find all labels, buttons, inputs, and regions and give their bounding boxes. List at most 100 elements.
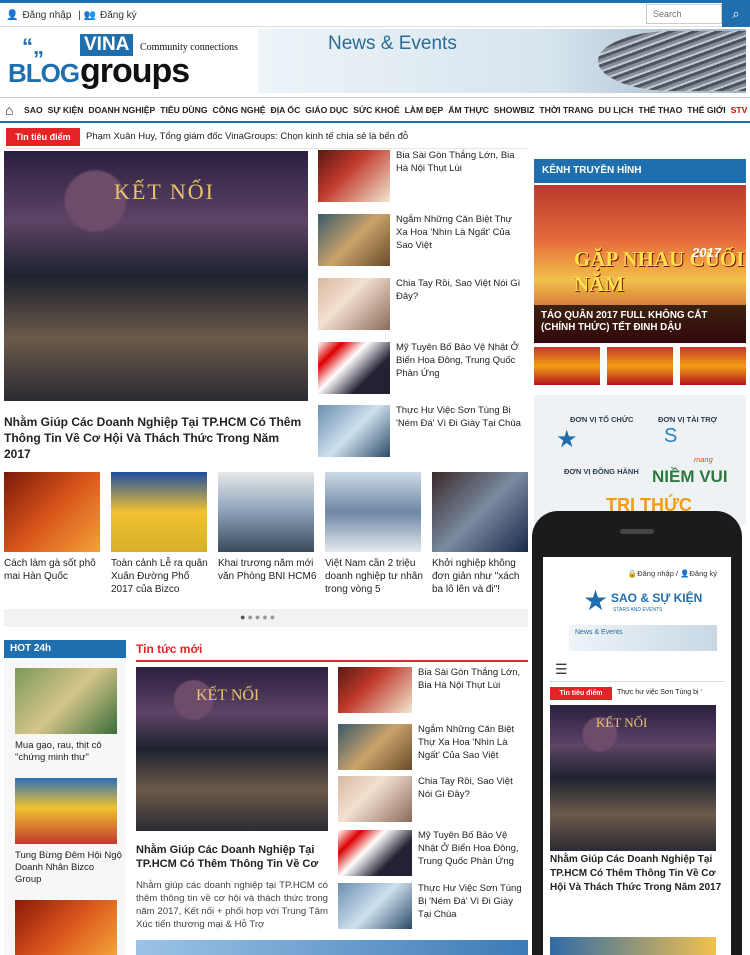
nav-item[interactable]: DOANH NGHIỆP	[88, 105, 155, 115]
hamburger-menu-icon[interactable]: ☰	[555, 661, 575, 678]
news-list-title[interactable]: Thực Hư Việc Sơn Tùng Bị 'Ném Đá' Vì Đi …	[418, 882, 528, 921]
tv-image-year: 2017	[692, 245, 721, 260]
register-link[interactable]: Đăng ký	[100, 10, 137, 21]
nav-item[interactable]: SỨC KHOẺ	[353, 105, 399, 115]
ticker-text[interactable]: Phạm Xuân Huy, Tổng giám đốc VinaGroups:…	[86, 131, 408, 142]
hot24-image[interactable]	[15, 778, 117, 844]
side-news-item[interactable]: Bia Sài Gòn Thắng Lớn, Bia Hà Nội Thụt L…	[318, 150, 528, 210]
nav-item[interactable]: ẨM THỰC	[448, 105, 489, 115]
hot24-image[interactable]	[15, 900, 117, 955]
news-list-thumb[interactable]	[338, 667, 412, 713]
side-news-item[interactable]: Ngắm Những Căn Biệt Thự Xa Hoa 'Nhìn Là …	[318, 214, 528, 274]
phone-photo[interactable]: KẾT NỐI	[550, 705, 716, 851]
feature-title[interactable]: Nhằm Giúp Các Doanh Nghiệp Tại TP.HCM Có…	[4, 414, 308, 462]
top-bar: 👤 Đăng nhập | 👥 Đăng ký	[0, 0, 750, 27]
side-news-item[interactable]: Thực Hư Việc Sơn Tùng Bị 'Ném Đá' Vì Đi …	[318, 405, 528, 465]
nav-item[interactable]: STV	[731, 105, 748, 115]
news-title[interactable]: Nhằm Giúp Các Doanh Nghiệp Tại TP.HCM Có…	[136, 843, 328, 871]
side-news-title[interactable]: Thực Hư Việc Sơn Tùng Bị 'Ném Đá' Vì Đi …	[396, 404, 526, 430]
sponsor-box[interactable]: ĐƠN VỊ TỔ CHỨC ĐƠN VỊ TÀI TRỢ ★ S ĐƠN VỊ…	[534, 395, 746, 525]
carousel-image[interactable]	[111, 472, 207, 552]
news-list-thumb[interactable]	[338, 724, 412, 770]
news-list-item[interactable]: Mỹ Tuyên Bố Bảo Vệ Nhật Ở Biển Hoa Đông,…	[338, 830, 528, 880]
logo-blog[interactable]: BLOG	[8, 58, 80, 89]
side-news-title[interactable]: Bia Sài Gòn Thắng Lớn, Bia Hà Nội Thụt L…	[396, 149, 526, 175]
news-list-item[interactable]: Thực Hư Việc Sơn Tùng Bị 'Ném Đá' Vì Đi …	[338, 883, 528, 933]
header-banner[interactable]: News & Events	[258, 29, 746, 93]
nav-item[interactable]: GIÁO DỤC	[305, 105, 348, 115]
news-list-title[interactable]: Ngắm Những Căn Biệt Thự Xa Hoa 'Nhìn Là …	[418, 723, 528, 762]
carousel-dots[interactable]: ●●●●●	[240, 612, 277, 622]
tv-thumb[interactable]	[534, 347, 600, 385]
nav-item[interactable]: CÔNG NGHỆ	[213, 105, 266, 115]
bottom-banner[interactable]	[136, 940, 528, 955]
news-photo[interactable]: KẾT NỐI	[136, 667, 328, 831]
home-icon[interactable]: ⌂	[5, 102, 13, 118]
nav-item[interactable]: SAO	[24, 105, 43, 115]
phone-bottom-strip	[550, 937, 716, 955]
side-news-title[interactable]: Ngắm Những Căn Biệt Thự Xa Hoa 'Nhìn Là …	[396, 213, 526, 252]
search-button[interactable]: ⌕	[722, 0, 750, 27]
nav-item[interactable]: THẾ GIỚI	[687, 105, 725, 115]
news-list-item[interactable]: Bia Sài Gòn Thắng Lớn, Bia Hà Nội Thụt L…	[338, 667, 528, 717]
phone-register[interactable]: Đăng ký	[689, 569, 717, 578]
login-link[interactable]: Đăng nhập	[22, 10, 71, 21]
logo-groups[interactable]: groups	[80, 52, 190, 91]
sponsor-mang: mang	[694, 455, 713, 464]
side-news-item[interactable]: Chia Tay Rồi, Sao Việt Nói Gì Đây?	[318, 278, 528, 338]
hot24-image[interactable]	[15, 668, 117, 734]
side-news-item[interactable]: Mỹ Tuyên Bố Bảo Vệ Nhật Ở Biển Hoa Đông,…	[318, 342, 528, 402]
news-header[interactable]: Tin tức mới	[136, 642, 202, 656]
nav-item[interactable]: THỂ THAO	[638, 105, 682, 115]
ticker-label: Tin tiêu điểm	[6, 128, 80, 146]
news-list-title[interactable]: Chia Tay Rồi, Sao Việt Nói Gì Đây?	[418, 775, 528, 801]
news-list-thumb[interactable]	[338, 776, 412, 822]
side-news-title[interactable]: Chia Tay Rồi, Sao Việt Nói Gì Đây?	[396, 277, 526, 303]
nav-item[interactable]: ĐỊA ỐC	[271, 105, 301, 115]
news-list-item[interactable]: Chia Tay Rồi, Sao Việt Nói Gì Đây?	[338, 776, 528, 826]
news-list-title[interactable]: Mỹ Tuyên Bố Bảo Vệ Nhật Ở Biển Hoa Đông,…	[418, 829, 528, 868]
news-desc: Nhằm giúp các doanh nghiệp tại TP.HCM có…	[136, 880, 328, 930]
side-news-thumb[interactable]	[318, 278, 390, 330]
carousel-caption[interactable]: Toàn cảnh Lễ ra quân Xuân Đường Phố 2017…	[111, 557, 211, 596]
carousel-image[interactable]	[218, 472, 314, 552]
phone-title[interactable]: Nhằm Giúp Các Doanh Nghiệp Tại TP.HCM Có…	[550, 853, 726, 895]
search-input[interactable]	[646, 4, 722, 24]
phone-login[interactable]: Đăng nhập	[637, 569, 674, 578]
nav-item[interactable]: THỜI TRANG	[539, 105, 593, 115]
phone-screen: 🔒Đăng nhập / 👤Đăng ký ★ SAO & SỰ KIỆN ST…	[543, 557, 731, 955]
hot24-item-title[interactable]: Mua gạo, rau, thịt cô "chứng minh thư"	[15, 740, 123, 764]
news-list-title[interactable]: Bia Sài Gòn Thắng Lớn, Bia Hà Nội Thụt L…	[418, 666, 528, 692]
tv-thumb[interactable]	[680, 347, 746, 385]
news-list-item[interactable]: Ngắm Những Căn Biệt Thự Xa Hoa 'Nhìn Là …	[338, 724, 528, 774]
news-header-line	[136, 660, 528, 662]
phone-banner[interactable]: News & Events	[569, 625, 717, 651]
carousel-caption[interactable]: Khai trương năm mới văn Phòng BNI HCM6	[218, 557, 318, 583]
phone-ticker-text[interactable]: Thực hư việc Sơn Tùng bị '	[617, 689, 702, 696]
tv-caption[interactable]: TÁO QUÂN 2017 FULL KHÔNG CẮT (CHÍNH THỨC…	[534, 305, 746, 343]
side-news-thumb[interactable]	[318, 405, 390, 457]
side-news-thumb[interactable]	[318, 214, 390, 266]
side-news-title[interactable]: Mỹ Tuyên Bố Bảo Vệ Nhật Ở Biển Hoa Đông,…	[396, 341, 526, 380]
carousel-image[interactable]	[325, 472, 421, 552]
nav-item[interactable]: DU LỊCH	[598, 105, 633, 115]
sponsor-partner-label: ĐƠN VỊ ĐỒNG HÀNH	[564, 467, 639, 476]
phone-logo[interactable]: SAO & SỰ KIỆN	[611, 591, 702, 605]
carousel-caption[interactable]: Khởi nghiệp không đơn giản như "xách ba …	[432, 557, 532, 596]
side-news-thumb[interactable]	[318, 150, 390, 202]
carousel-image[interactable]	[4, 472, 100, 552]
hot24-item-title[interactable]: Tung Bừng Đêm Hội Ngộ Doanh Nhân Bizco G…	[15, 850, 123, 886]
nav-item[interactable]: SHOWBIZ	[494, 105, 535, 115]
carousel-caption[interactable]: Việt Nam cần 2 triệu doanh nghiệp tư nhâ…	[325, 557, 425, 596]
nav-item[interactable]: TIÊU DÙNG	[160, 105, 207, 115]
nav-item[interactable]: SỰ KIỆN	[48, 105, 84, 115]
carousel-image[interactable]	[432, 472, 528, 552]
tv-thumb[interactable]	[607, 347, 673, 385]
news-list-thumb[interactable]	[338, 883, 412, 929]
feature-photo[interactable]: KẾT NỐI	[4, 151, 308, 401]
carousel-caption[interactable]: Cách làm gà sốt phô mai Hàn Quốc	[4, 557, 104, 583]
news-list-thumb[interactable]	[338, 830, 412, 876]
nav-item[interactable]: LÀM ĐẸP	[405, 105, 444, 115]
phone-logo-sub: STARS AND EVENTS	[613, 607, 663, 613]
side-news-thumb[interactable]	[318, 342, 390, 394]
